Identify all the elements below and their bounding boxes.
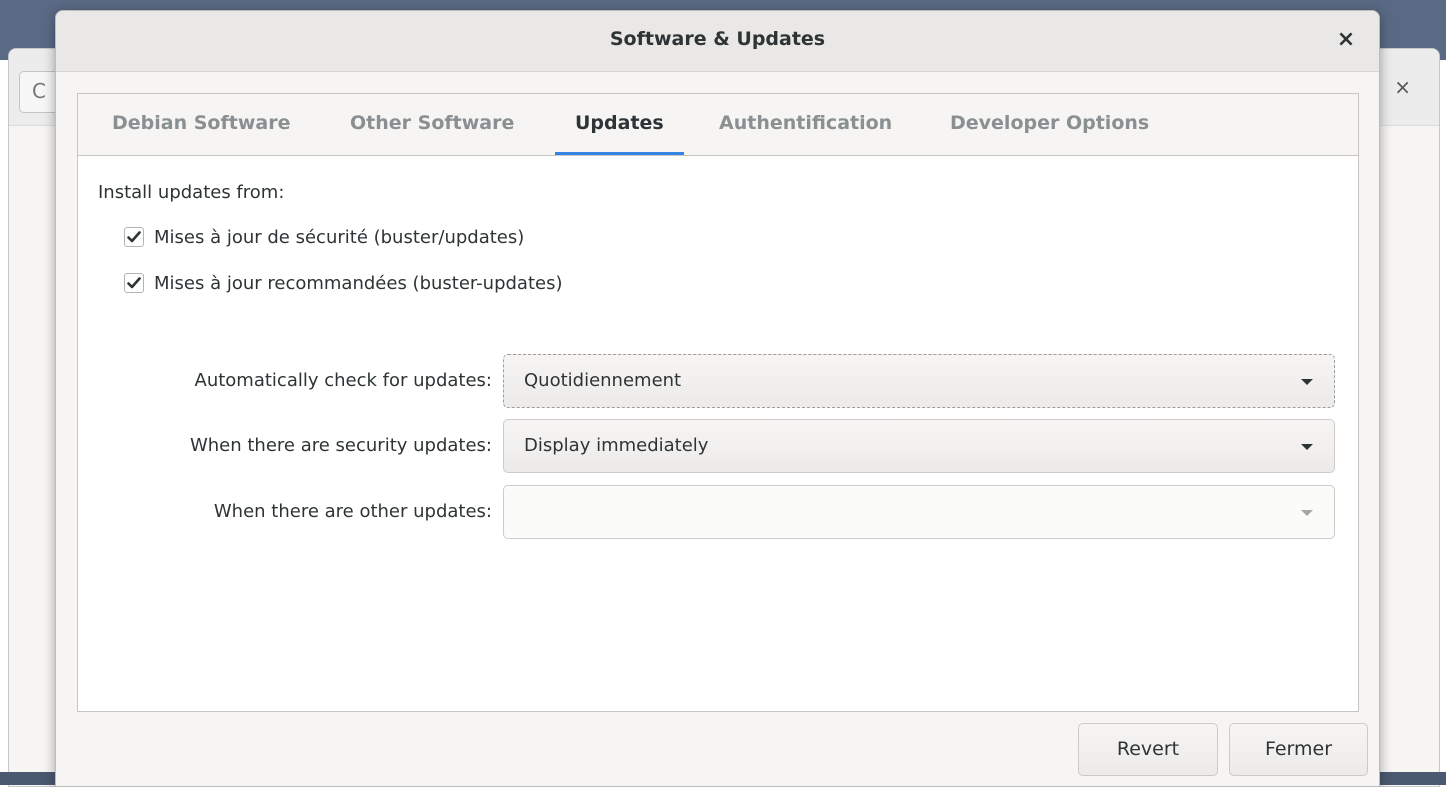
- other-updates-action-label: When there are other updates:: [213, 501, 492, 522]
- security-updates-row: When there are security updates: Display…: [78, 419, 1358, 475]
- tab-developer-options[interactable]: Developer Options: [950, 94, 1149, 155]
- checkmark-icon: [127, 277, 141, 289]
- software-updates-dialog: Software & Updates × Debian Software Oth…: [55, 10, 1380, 787]
- recommended-updates-label: Mises à jour recommandées (buster-update…: [154, 272, 563, 294]
- revert-button[interactable]: Revert: [1078, 723, 1218, 776]
- tab-other-software[interactable]: Other Software: [350, 94, 514, 155]
- settings-notebook: Debian Software Other Software Updates A…: [77, 93, 1359, 712]
- security-updates-checkbox[interactable]: [124, 227, 144, 247]
- close-icon[interactable]: ×: [1331, 25, 1361, 55]
- updates-panel: Install updates from: Mises à jour de sé…: [78, 156, 1358, 711]
- security-updates-dropdown[interactable]: Display immediately: [503, 419, 1335, 473]
- dropdown-arrow-icon: [1301, 510, 1313, 516]
- recommended-updates-checkbox[interactable]: [124, 273, 144, 293]
- auto-check-value: Quotidiennement: [524, 370, 682, 391]
- tab-bar: Debian Software Other Software Updates A…: [78, 94, 1358, 156]
- auto-check-dropdown[interactable]: Quotidiennement: [503, 354, 1335, 408]
- dialog-title: Software & Updates: [609, 28, 826, 50]
- recommended-updates-source[interactable]: Mises à jour recommandées (buster-update…: [124, 270, 562, 296]
- auto-check-label: Automatically check for updates:: [194, 370, 492, 391]
- desktop-background-right: [1378, 0, 1446, 50]
- tab-debian-software[interactable]: Debian Software: [112, 94, 290, 155]
- auto-check-row: Automatically check for updates: Quotidi…: [78, 354, 1358, 410]
- security-updates-action-label: When there are security updates:: [189, 435, 492, 456]
- checkmark-icon: [127, 231, 141, 243]
- other-updates-dropdown[interactable]: [503, 485, 1335, 539]
- security-updates-label: Mises à jour de sécurité (buster/updates…: [154, 226, 525, 248]
- security-updates-source[interactable]: Mises à jour de sécurité (buster/updates…: [124, 224, 524, 250]
- other-updates-row: When there are other updates:: [78, 485, 1358, 541]
- close-button[interactable]: Fermer: [1229, 723, 1368, 776]
- security-updates-value: Display immediately: [524, 435, 709, 456]
- background-close-icon[interactable]: ×: [1394, 75, 1411, 99]
- dropdown-arrow-icon: [1301, 444, 1313, 450]
- install-updates-from-label: Install updates from:: [98, 182, 285, 203]
- dropdown-arrow-icon: [1301, 379, 1313, 385]
- tab-authentification[interactable]: Authentification: [719, 94, 892, 155]
- dialog-titlebar[interactable]: Software & Updates ×: [56, 11, 1379, 72]
- tab-updates[interactable]: Updates: [555, 94, 684, 155]
